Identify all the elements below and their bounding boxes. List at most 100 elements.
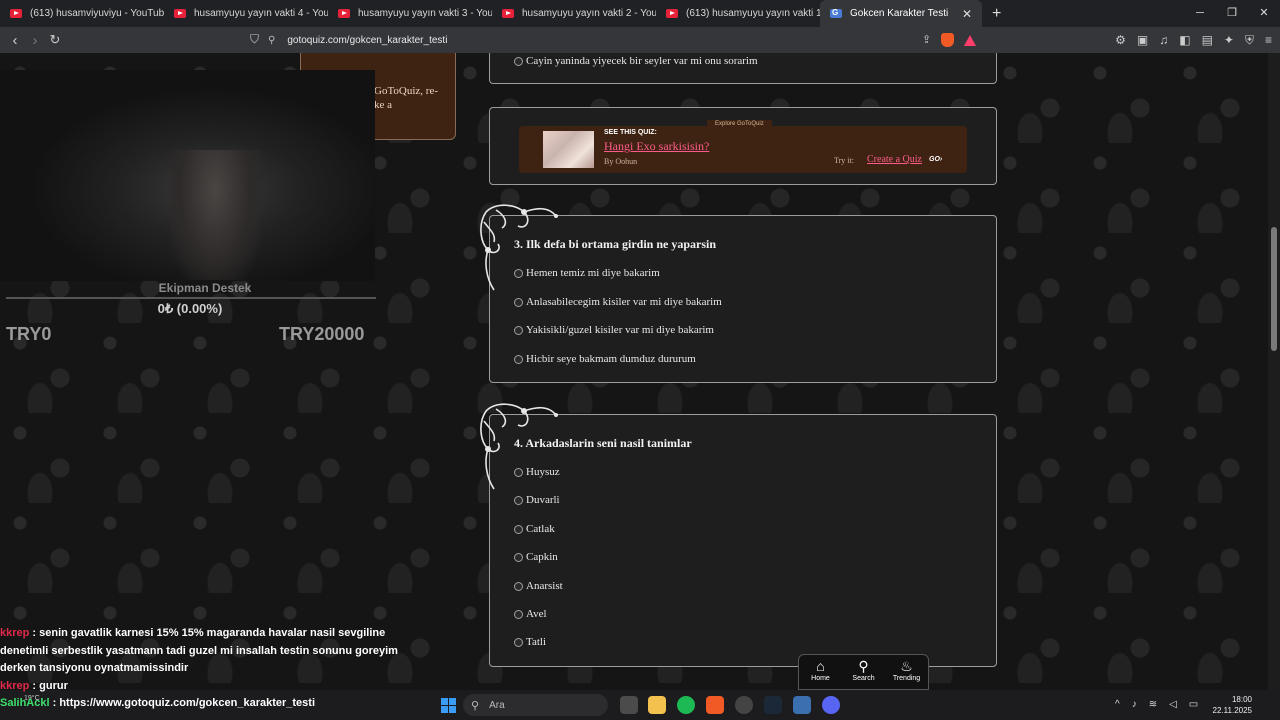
steam-icon[interactable]	[764, 696, 782, 714]
option-label: Capkin	[526, 551, 558, 563]
minimize-button[interactable]: ─	[1184, 0, 1216, 27]
windows-start-icon[interactable]	[441, 698, 456, 713]
task-view-icon[interactable]	[620, 696, 638, 714]
discord-icon[interactable]	[822, 696, 840, 714]
back-button[interactable]: ‹	[5, 32, 25, 49]
youtube-icon	[338, 9, 350, 18]
file-explorer-icon[interactable]	[648, 696, 666, 714]
close-window-button[interactable]: ✕	[1248, 0, 1280, 27]
tab-title: husamyuyu yayın vakti 2 - YouTube	[522, 8, 656, 19]
go-label[interactable]: GO›	[929, 156, 942, 163]
search-icon: ⚲	[471, 699, 480, 712]
create-quiz-link[interactable]: Create a Quiz	[867, 154, 922, 165]
radio-button[interactable]	[514, 637, 523, 647]
radio-button[interactable]	[514, 609, 523, 619]
radio-button[interactable]	[514, 552, 523, 562]
forward-button[interactable]: ›	[25, 32, 45, 49]
youtube-icon	[666, 9, 678, 18]
option[interactable]: Hicbir seye bakmam dumduz dururum	[514, 353, 696, 365]
option[interactable]: Yakisikli/guzel kisiler var mi diye baka…	[514, 324, 714, 336]
option[interactable]: Duvarli	[514, 494, 560, 506]
extensions-icon[interactable]: ⚙	[1115, 33, 1126, 48]
radio-button[interactable]	[514, 581, 523, 591]
menu-icon[interactable]: ≡	[1265, 33, 1272, 48]
radio-button[interactable]	[514, 524, 523, 534]
address-bar[interactable]: ⚲ gotoquiz.com/gokcen_karakter_testi	[268, 31, 988, 49]
radio-button[interactable]	[514, 297, 523, 307]
leo-icon[interactable]: ✦	[1224, 33, 1234, 48]
sidebar-icon[interactable]: ◧	[1179, 33, 1190, 48]
option[interactable]: Anlasabilecegim kisiler var mi diye baka…	[514, 296, 722, 308]
wallet-icon[interactable]: ▤	[1202, 33, 1213, 48]
tab-youtube-1[interactable]: (613) husamviyuviyu - YouTube	[0, 0, 164, 27]
microphone-icon[interactable]: ♪	[1132, 699, 1137, 710]
option[interactable]: Anarsist	[514, 580, 563, 592]
bookmark-icon[interactable]: ⛉	[250, 32, 259, 47]
reload-button[interactable]: ↻	[45, 32, 65, 48]
nav-trending[interactable]: ♨ Trending	[885, 655, 928, 689]
radio-button[interactable]	[514, 354, 523, 364]
nav-label: Trending	[892, 675, 921, 682]
app-icon[interactable]	[793, 696, 811, 714]
option[interactable]: Hemen temiz mi diye bakarim	[514, 267, 660, 279]
share-icon[interactable]: ⇪	[922, 33, 931, 47]
option[interactable]: Catlak	[514, 523, 555, 535]
radio-button[interactable]	[514, 325, 523, 335]
vpn-icon[interactable]: ⛨	[1245, 33, 1254, 48]
tab-youtube-2[interactable]: husamyuyu yayın vakti 4 - YouTube	[164, 0, 328, 27]
option[interactable]: Tatli	[514, 636, 546, 648]
site-info-icon[interactable]: ⚲	[268, 35, 275, 46]
scroll-thumb[interactable]	[1271, 227, 1277, 351]
nav-label: Home	[811, 675, 830, 682]
option-label: Hemen temiz mi diye bakarim	[526, 267, 660, 279]
media-icon[interactable]: ♫	[1159, 33, 1168, 48]
navigation-bar: ‹ › ↻ ⛉ ⚲ gotoquiz.com/gokcen_karakter_t…	[0, 27, 1280, 53]
quiz-thumbnail[interactable]	[543, 131, 594, 168]
clock[interactable]: 18:00 22.11.2025	[1213, 694, 1252, 716]
chevron-up-icon[interactable]: ^	[1115, 699, 1120, 710]
tab-youtube-5[interactable]: (613) husamyuyu yayın vakti 1 - YouTube	[656, 0, 820, 27]
question-title: 3. Ilk defa bi ortama girdin ne yaparsin	[514, 237, 717, 251]
gotoquiz-icon	[830, 8, 842, 18]
restore-button[interactable]: ❐	[1216, 0, 1248, 27]
option[interactable]: Huysuz	[514, 466, 560, 478]
volume-icon[interactable]: ◁	[1169, 699, 1177, 710]
option[interactable]: Avel	[514, 608, 547, 620]
radio-button[interactable]	[514, 268, 523, 278]
spotify-icon[interactable]	[677, 696, 695, 714]
nav-search[interactable]: ⚲ Search	[842, 655, 885, 689]
tab-youtube-3[interactable]: husamyuyu yayın vakti 3 - YouTube	[328, 0, 492, 27]
option-label: Catlak	[526, 523, 555, 535]
left-panel-line: ke a	[374, 99, 393, 111]
tab-search-icon[interactable]: ▣	[1137, 33, 1148, 48]
chat-username: kkrep	[0, 679, 30, 692]
option-label: Hicbir seye bakmam dumduz dururum	[526, 353, 696, 365]
tab-youtube-4[interactable]: husamyuyu yayın vakti 2 - YouTube	[492, 0, 656, 27]
brave-shields-icon[interactable]	[941, 33, 955, 47]
url-text: gotoquiz.com/gokcen_karakter_testi	[287, 34, 448, 46]
tab-gotoquiz[interactable]: Gokcen Karakter Testi ✕	[820, 0, 982, 27]
radio-button[interactable]	[514, 56, 523, 66]
obs-icon[interactable]	[735, 696, 753, 714]
battery-icon[interactable]: ▭	[1189, 699, 1198, 710]
close-tab-icon[interactable]: ✕	[962, 7, 972, 21]
radio-button[interactable]	[514, 495, 523, 505]
new-tab-button[interactable]: +	[992, 5, 1001, 23]
chat-overlay: kkrep : senin gavatlik karnesi 15% 15% m…	[0, 625, 420, 713]
option-label: Cayin yaninda yiyecek bir seyler var mi …	[526, 55, 758, 67]
option-label: Tatli	[526, 636, 547, 648]
page-scrollbar[interactable]	[1268, 53, 1280, 690]
search-icon: ⚲	[858, 658, 869, 674]
nav-home[interactable]: ⌂ Home	[799, 655, 842, 689]
option[interactable]: Capkin	[514, 551, 558, 563]
wifi-icon[interactable]: ≋	[1149, 699, 1157, 710]
promo-quiz-link[interactable]: Hangi Exo sarkisisin?	[604, 139, 709, 154]
brave-rewards-icon[interactable]	[964, 35, 977, 46]
option[interactable]: Cayin yaninda yiyecek bir seyler var mi …	[514, 55, 758, 67]
brave-icon[interactable]	[706, 696, 724, 714]
chat-text: senin gavatlik karnesi 15% 15% magaranda…	[0, 627, 398, 674]
taskbar-search[interactable]: ⚲ Ara	[463, 694, 608, 716]
radio-button[interactable]	[514, 467, 523, 477]
option-label: Avel	[526, 608, 547, 620]
fire-icon: ♨	[900, 658, 913, 674]
